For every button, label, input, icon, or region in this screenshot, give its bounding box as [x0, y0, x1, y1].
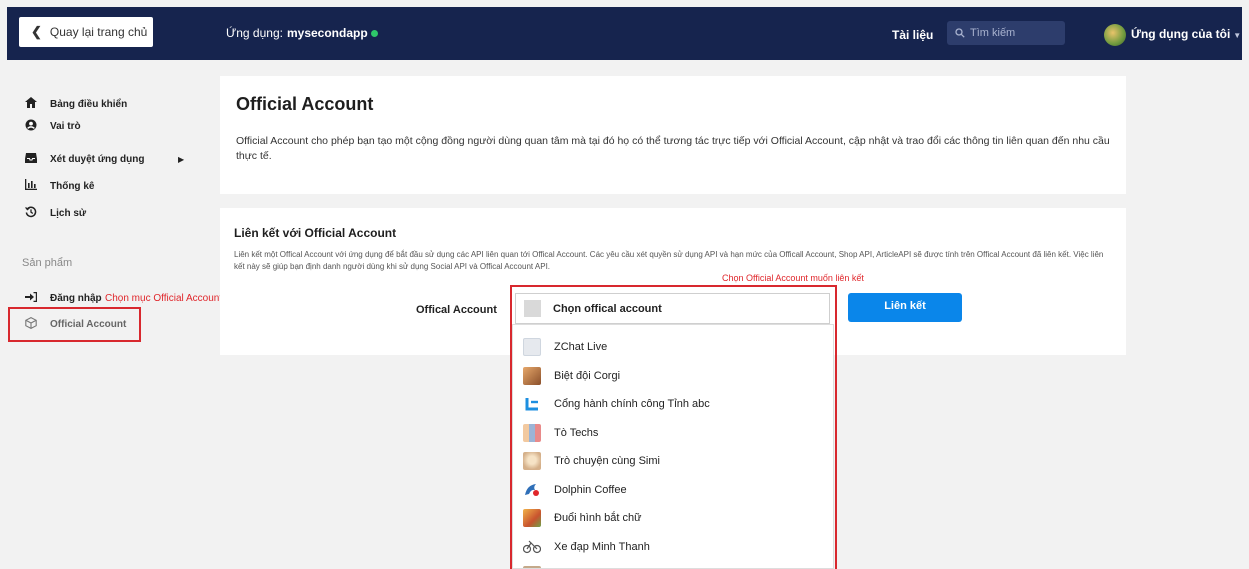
sidebar-item-label: Thống kê: [50, 180, 95, 192]
inbox-icon: [25, 153, 37, 166]
sidebar-item-app-review[interactable]: Xét duyệt ứng dụng: [25, 153, 144, 166]
sidebar-item-dashboard[interactable]: Bảng điều khiển: [25, 97, 127, 111]
page-title: Official Account: [236, 94, 374, 114]
back-home-button[interactable]: ❮ Quay lại trang chủ: [19, 17, 153, 47]
docs-link[interactable]: Tài liệu: [892, 28, 933, 42]
user-avatar[interactable]: [1104, 24, 1126, 46]
products-section-title: Sản phẩm: [22, 257, 73, 269]
caret-down-icon: ▼: [1233, 31, 1242, 40]
sidebar-item-statistics[interactable]: Thống kê: [25, 179, 94, 193]
sidebar-item-label: Xét duyệt ứng dụng: [50, 154, 145, 165]
my-apps-menu[interactable]: Ứng dụng của tôi ▼: [1131, 27, 1241, 41]
sidebar-item-history[interactable]: Lịch sử: [25, 206, 86, 221]
search-input[interactable]: Tìm kiếm: [947, 21, 1065, 45]
sidebar-item-login[interactable]: Đăng nhập: [25, 292, 102, 305]
sidebar-item-label: Lịch sử: [50, 208, 87, 219]
sidebar-annotation: Chọn mục Official Account: [105, 293, 223, 304]
top-navbar: ❮ Quay lại trang chủ Ứng dụng: myseconda…: [7, 7, 1242, 60]
link-card-title: Liên kết với Official Account: [234, 226, 397, 240]
intro-description: Official Account cho phép bạn tạo một cộ…: [236, 135, 1110, 162]
highlight-dropdown-box: [510, 285, 837, 569]
app-prefix: Ứng dụng:: [226, 26, 283, 40]
back-home-label: Quay lại trang chủ: [49, 25, 148, 39]
link-button[interactable]: Liên kết: [848, 293, 962, 322]
sidebar-item-roles[interactable]: Vai trò: [25, 119, 81, 134]
sidebar-item-label: Đăng nhập: [50, 293, 102, 304]
history-icon: [25, 206, 37, 221]
expand-right-icon[interactable]: ▶: [178, 155, 184, 164]
search-icon: [955, 28, 965, 38]
highlight-official-account-box: [8, 307, 141, 342]
sidebar-item-label: Bảng điều khiển: [50, 98, 128, 110]
dropdown-annotation: Chọn Official Account muốn liên kết: [722, 273, 864, 283]
search-placeholder: Tìm kiếm: [970, 27, 1016, 39]
user-circle-icon: [25, 119, 37, 134]
chevron-left-icon: ❮: [31, 24, 42, 39]
link-card-description: Liên kết một Offical Account với ứng dụn…: [234, 250, 1104, 271]
app-name: mysecondapp: [286, 26, 368, 40]
official-account-intro-card: Official Account Official Account cho ph…: [220, 76, 1126, 194]
sidebar-item-label: Vai trò: [50, 121, 81, 132]
bar-chart-icon: [25, 179, 37, 193]
login-icon: [25, 292, 37, 305]
my-apps-label: Ứng dụng của tôi: [1131, 27, 1231, 41]
current-app: Ứng dụng: mysecondapp: [226, 26, 378, 40]
online-status-icon: [370, 29, 378, 37]
home-icon: [25, 97, 37, 111]
official-account-field-label: Offical Account: [416, 304, 497, 316]
